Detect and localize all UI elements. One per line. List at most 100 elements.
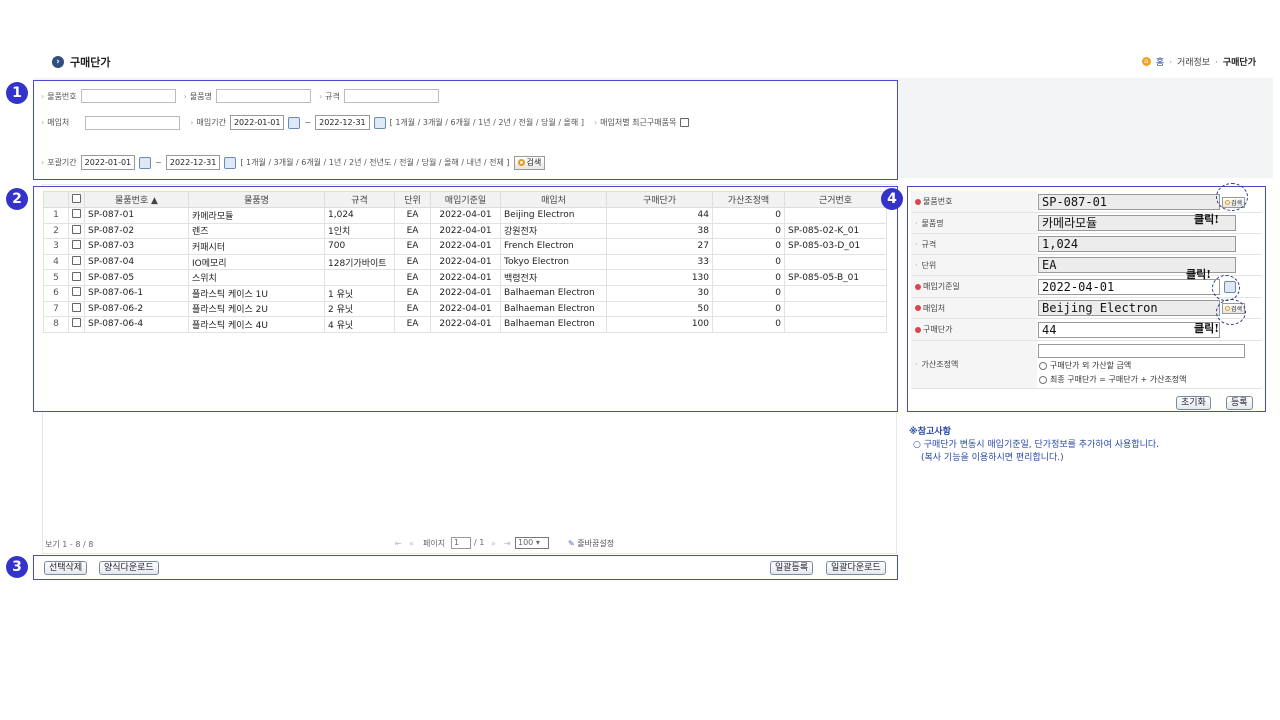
adjust-option-2[interactable]: 최종 구매단가 = 구매단가 + 가산조정액 [1039,374,1187,385]
step-badge-2: 2 [6,188,28,210]
column-header-reference[interactable]: 근거번호 [784,191,887,208]
prev-page-icon[interactable]: « [409,539,414,548]
adjust-option-1[interactable]: 구매단가 외 가산할 금액 [1039,360,1131,371]
bulk-download-button[interactable]: 일괄다운로드 [826,561,886,575]
next-page-icon[interactable]: » [491,539,496,548]
last-page-icon[interactable]: ⇥ [504,539,511,548]
row-checkbox[interactable] [72,224,81,234]
row-checkbox[interactable] [72,240,81,250]
cell-adjust: 0 [712,284,785,302]
cell-name: 플라스틱 케이스 1U [188,284,325,302]
search-button[interactable]: 검색 [513,155,546,170]
cell-reference [784,207,887,224]
cell-name: 플라스틱 케이스 4U [188,316,325,333]
detail-spec-field[interactable]: 1,024 [1038,236,1236,252]
vendor-recent-label: 매입처별 최근구매품목 [594,117,676,128]
column-header-date[interactable]: 매입기준일 [430,191,501,208]
page-input[interactable]: 1 [451,537,471,549]
detail-name-label: 물품명 [921,218,944,228]
column-header-adjust[interactable]: 가산조정액 [712,191,785,208]
page-total: / 1 [474,538,485,547]
cell-code: SP-087-03 [84,238,189,255]
page-label: 페이지 [423,539,446,548]
column-header-vendor[interactable]: 매입처 [500,191,607,208]
detail-adjust-field[interactable] [1038,344,1245,358]
select-all-header[interactable] [68,191,85,208]
item-name-input[interactable] [215,89,311,103]
detail-code-field[interactable]: SP-087-01 [1038,194,1220,210]
chevron-right-icon: › [52,56,64,68]
register-button[interactable]: 등록 [1226,396,1253,410]
detail-vendor-field[interactable]: Beijing Electron [1038,300,1220,316]
delete-selected-button[interactable]: 선택삭제 [44,561,88,575]
reg-period-shortcuts[interactable]: [ 1개월 / 3개월 / 6개월 / 1년 / 2년 / 전년도 / 전월 /… [240,157,509,168]
table-row[interactable]: 3 SP-087-03 커패시터 700 EA 2022-04-01 French Elec… [43,238,887,255]
row-checkbox[interactable] [72,287,81,297]
reset-button[interactable]: 초기화 [1176,396,1211,410]
tilde-separator: ~ [155,158,162,167]
column-header-price[interactable]: 구매단가 [606,191,713,208]
column-header-code[interactable]: 물품번호 ▲ [84,191,189,208]
row-number: 4 [43,253,69,271]
cell-price: 130 [606,269,713,286]
cell-name: 플라스틱 케이스 2U [188,300,325,318]
calendar-icon[interactable] [139,156,152,169]
annotation-circle [1212,275,1240,301]
table-row[interactable]: 8 SP-087-06-4 플라스틱 케이스 4U 4 유닛 EA 2022-04-01 B… [43,316,887,333]
cell-name: 렌즈 [188,222,325,240]
wrap-settings[interactable]: ✎ 줄바꿈설정 [568,538,614,549]
table-row[interactable]: 1 SP-087-01 카메라모듈 1,024 EA 2022-04-01 Beijing … [43,207,887,224]
form-download-button[interactable]: 양식다운로드 [99,561,159,575]
table-row[interactable]: 7 SP-087-06-2 플라스틱 케이스 2U 2 유닛 EA 2022-04-01 B… [43,300,887,318]
reg-to-input[interactable]: 2022-12-31 [165,155,221,170]
table-row[interactable]: 6 SP-087-06-1 플라스틱 케이스 1U 1 유닛 EA 2022-04-01 B… [43,284,887,302]
cell-spec: 2 유닛 [324,300,395,318]
column-header-spec[interactable]: 규격 [324,191,395,208]
first-page-icon[interactable]: ⇤ [395,539,402,548]
column-header-unit[interactable]: 단위 [394,191,431,208]
notes-line-2: (복사 기능을 이용하시면 편리합니다.) [921,453,1064,463]
cell-vendor: Balhaeman Electron [500,316,607,333]
cell-price: 27 [606,238,713,255]
select-all-checkbox[interactable] [72,193,81,203]
step-badge-3: 3 [6,556,28,578]
action-bar: 선택삭제 양식다운로드 일괄등록 일괄다운로드 [33,555,898,580]
cell-code: SP-087-06-4 [84,316,189,333]
column-header-name[interactable]: 물품명 [188,191,325,208]
table-row[interactable]: 4 SP-087-04 IO메모리 128기가바이트 EA 2022-04-01 Tokyo… [43,253,887,271]
required-dot-icon [915,283,921,290]
row-number-header [43,191,69,208]
row-checkbox[interactable] [72,302,81,312]
breadcrumb-mid[interactable]: 거래정보 [1177,55,1210,68]
cell-spec: 1 유닛 [324,284,395,302]
detail-price-field[interactable]: 44 [1038,322,1220,338]
step-badge-1: 1 [6,82,28,104]
cell-unit: EA [394,284,431,302]
breadcrumb-home[interactable]: 홈 [1156,55,1164,68]
row-checkbox[interactable] [72,318,81,328]
calendar-icon[interactable] [224,156,237,169]
cell-adjust: 0 [712,238,785,255]
reg-from-input[interactable]: 2022-01-01 [80,155,136,170]
cell-code: SP-087-06-2 [84,300,189,318]
bulk-register-button[interactable]: 일괄등록 [770,561,814,575]
chevron-down-icon: ▾ [535,538,540,547]
spec-input[interactable] [343,89,439,103]
calendar-icon[interactable] [288,116,301,129]
cell-unit: EA [394,253,431,271]
table-row[interactable]: 2 SP-087-02 렌즈 1인치 EA 2022-04-01 강원전자 38 0 SP-085… [43,222,887,240]
vendor-input[interactable] [85,115,181,130]
page-size-select[interactable]: 100 ▾ [515,537,549,549]
purchase-to-input[interactable]: 2022-12-31 [315,115,370,130]
row-checkbox[interactable] [72,209,81,219]
cell-date: 2022-04-01 [430,238,501,255]
page-size-value: 100 [518,538,534,547]
row-checkbox[interactable] [72,271,81,281]
calendar-icon[interactable] [373,116,386,129]
item-code-input[interactable] [80,89,176,103]
vendor-recent-checkbox[interactable] [680,118,690,127]
row-checkbox[interactable] [72,256,81,266]
purchase-period-shortcuts[interactable]: [ 1개월 / 3개월 / 6개월 / 1년 / 2년 / 전월 / 당월 / … [390,117,584,128]
purchase-from-input[interactable]: 2022-01-01 [229,115,285,130]
table-row[interactable]: 5 SP-087-05 스위치 EA 2022-04-01 백령전자 130 0 SP-085-… [43,269,887,286]
